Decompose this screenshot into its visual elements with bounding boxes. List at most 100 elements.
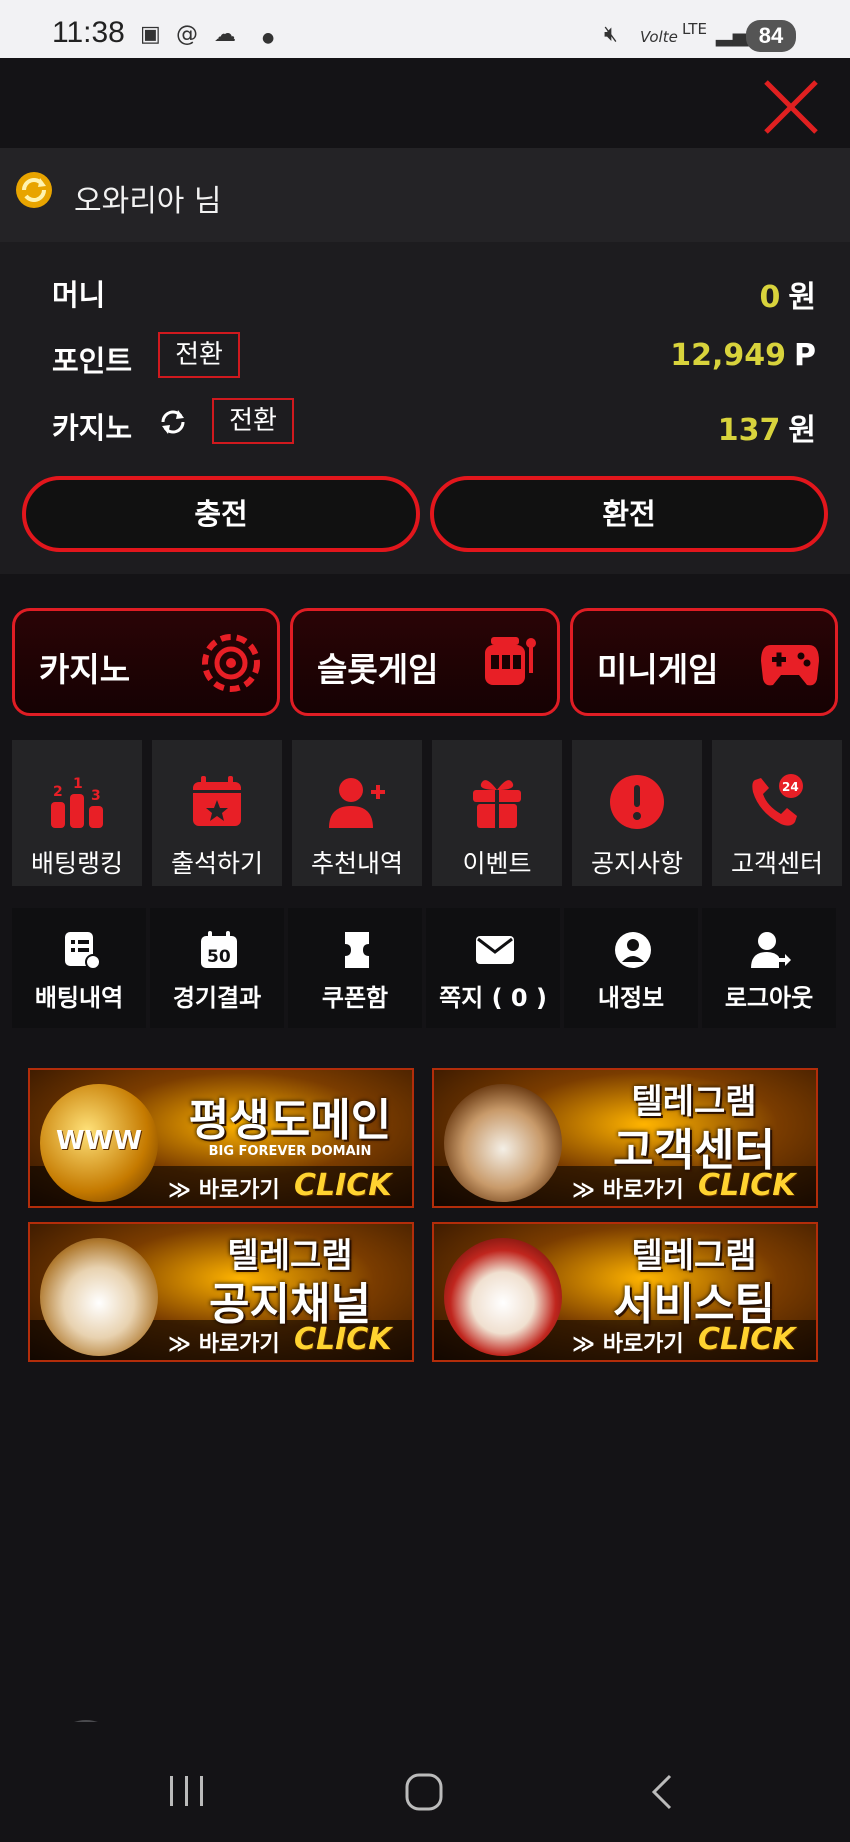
category-casino-label: 카지노 <box>39 650 131 689</box>
banner-title: 평생도메인 <box>188 1095 392 1146</box>
banner-click: CLICK <box>698 1322 796 1357</box>
banner-click: CLICK <box>698 1168 796 1203</box>
money-amount: 0 <box>759 280 781 315</box>
point-convert-button[interactable]: 전환 <box>158 332 240 378</box>
money-unit: 원 <box>788 280 816 315</box>
volte-label: Volte <box>640 28 678 46</box>
menu-betting-history[interactable]: 배팅내역 <box>12 908 146 1028</box>
money-value: 0원 <box>760 272 816 316</box>
banner-go: ≫ 바로가기 <box>168 1332 280 1357</box>
menu-label: 경기결과 <box>172 984 262 1012</box>
calendar-50-icon: 50 <box>201 931 237 968</box>
menu-event[interactable]: 이벤트 <box>432 740 562 886</box>
menu-betting-ranking[interactable]: 2 1 3 배팅랭킹 <box>12 740 142 886</box>
refresh-coin-icon[interactable] <box>14 170 54 210</box>
threads-icon: @ <box>176 22 198 47</box>
banner-go-label: 바로가기 <box>198 1332 280 1357</box>
point-amount: 12,949 <box>670 338 786 373</box>
category-minigame[interactable]: 미니게임 <box>570 608 838 716</box>
www-label: WWW <box>56 1126 143 1156</box>
category-slot[interactable]: 슬롯게임 <box>290 608 560 716</box>
point-unit: P <box>794 338 816 373</box>
cloud-icon: ☁ <box>214 22 236 47</box>
gift-icon <box>473 780 521 828</box>
menu-coupons[interactable]: 쿠폰함 <box>288 908 422 1028</box>
banner-go-label: 바로가기 <box>198 1178 280 1203</box>
receipt-icon <box>65 932 101 970</box>
ranking-icon: 2 1 3 <box>51 776 103 828</box>
menu-logout[interactable]: 로그아웃 <box>702 908 836 1028</box>
user-bar: 오와리아 님 <box>0 148 850 242</box>
logout-icon <box>751 932 791 968</box>
banner-go: ≫ 바로가기 <box>572 1332 684 1357</box>
menu-messages[interactable]: 쪽지 ( 0 ) <box>426 908 560 1028</box>
system-nav-bar <box>0 1722 850 1842</box>
casino-convert-button[interactable]: 전환 <box>212 398 294 444</box>
casino-amount: 137 <box>717 413 781 448</box>
envelope-icon <box>476 936 514 964</box>
menu-label: 출석하기 <box>170 849 263 878</box>
profile-icon <box>615 932 651 968</box>
menu-label: 고객센터 <box>730 849 823 878</box>
menu-label: 배팅내역 <box>34 984 124 1012</box>
banner-go-label: 바로가기 <box>602 1178 684 1203</box>
menu-label: 쪽지 ( 0 ) <box>439 984 547 1012</box>
bulldog-icon <box>444 1084 562 1202</box>
banner-telegram-notice[interactable]: 텔레그램 공지채널 ≫ 바로가기 CLICK <box>28 1222 414 1362</box>
deposit-button[interactable]: 충전 <box>22 476 420 552</box>
alert-icon <box>610 775 664 829</box>
banner-go-label: 바로가기 <box>602 1332 684 1357</box>
banner-telegram-support[interactable]: 텔레그램 고객센터 ≫ 바로가기 CLICK <box>432 1068 818 1208</box>
bulldog-icon <box>40 1238 158 1356</box>
close-icon[interactable] <box>762 78 820 136</box>
banner-forever-domain[interactable]: WWW 평생도메인 BIG FOREVER DOMAIN ≫ 바로가기 CLIC… <box>28 1068 414 1208</box>
menu-match-results[interactable]: 50 경기결과 <box>150 908 284 1028</box>
bulldog-icon <box>444 1238 562 1356</box>
point-label: 포인트 <box>52 344 133 378</box>
point-value: 12,949 P <box>670 338 816 373</box>
menu-customer-center[interactable]: 24 고객센터 <box>712 740 842 886</box>
banner-go: ≫ 바로가기 <box>572 1178 684 1203</box>
status-bar: 11:38 ▣ @ ☁ ● 🔇︎ Volte LTE ▂▄▆ 84 <box>0 0 850 58</box>
home-icon[interactable] <box>404 1772 444 1812</box>
mute-icon: 🔇︎ <box>604 22 618 47</box>
menu-label: 배팅랭킹 <box>30 849 123 878</box>
svg-text:3: 3 <box>91 788 101 804</box>
battery-indicator: 84 <box>746 20 796 52</box>
clock: 11:38 <box>52 16 125 49</box>
recent-apps-icon[interactable] <box>168 1774 206 1808</box>
menu-attendance[interactable]: 출석하기 <box>152 740 282 886</box>
add-user-icon <box>329 778 385 828</box>
casino-unit: 원 <box>788 413 816 448</box>
slot-machine-icon <box>485 637 536 685</box>
menu-label: 공지사항 <box>590 849 683 878</box>
roulette-chip-icon <box>202 634 260 692</box>
banner-click: CLICK <box>294 1168 392 1203</box>
menu-label: 이벤트 <box>462 849 532 878</box>
sync-icon[interactable] <box>158 407 188 437</box>
menu-label: 추천내역 <box>310 849 403 878</box>
menu-label: 내정보 <box>597 984 665 1012</box>
menu-notice[interactable]: 공지사항 <box>572 740 702 886</box>
menu-label: 로그아웃 <box>724 984 814 1012</box>
banner-telegram-service[interactable]: 텔레그램 서비스팀 ≫ 바로가기 CLICK <box>432 1222 818 1362</box>
withdraw-button[interactable]: 환전 <box>430 476 828 552</box>
banner-click: CLICK <box>294 1322 392 1357</box>
category-casino[interactable]: 카지노 <box>12 608 280 716</box>
svg-text:24: 24 <box>782 780 799 794</box>
network-label: LTE <box>682 20 707 38</box>
banner-subtitle: BIG FOREVER DOMAIN <box>208 1144 372 1159</box>
back-icon[interactable] <box>648 1772 676 1812</box>
category-minigame-label: 미니게임 <box>597 650 719 689</box>
coupon-icon <box>345 932 369 968</box>
screenshot-icon: ▣ <box>140 22 161 47</box>
calendar-star-icon <box>193 776 241 826</box>
menu-my-info[interactable]: 내정보 <box>564 908 698 1028</box>
user-name: 오와리아 님 <box>74 184 222 219</box>
menu-referral[interactable]: 추천내역 <box>292 740 422 886</box>
svg-text:1: 1 <box>73 776 83 792</box>
svg-text:50: 50 <box>207 947 231 967</box>
dot-icon: ● <box>262 30 275 46</box>
gamepad-icon <box>761 645 819 686</box>
banner-go: ≫ 바로가기 <box>168 1178 280 1203</box>
